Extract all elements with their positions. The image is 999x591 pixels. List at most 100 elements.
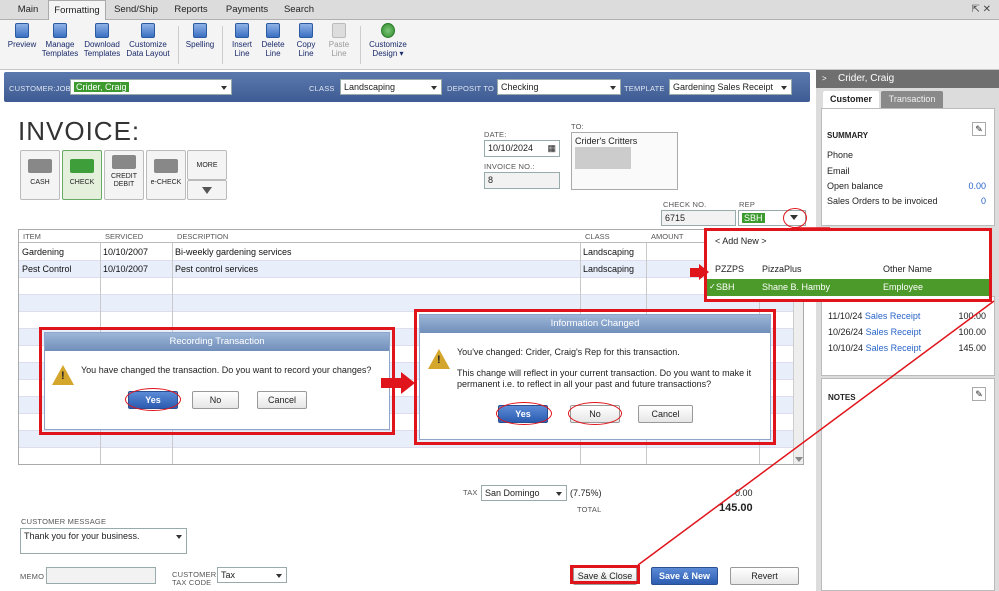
recent-transactions-box: 11/10/24 Sales Receipt 100.00 10/26/24 S… [821, 296, 995, 376]
deposit-to-label: DEPOSIT TO [447, 84, 495, 93]
edit-pencil-icon[interactable]: ✎ [972, 122, 986, 136]
credit-debit-button[interactable]: CREDIT DEBIT [104, 150, 144, 200]
dialog-title: Information Changed [420, 315, 770, 333]
check-no-label: CHECK NO. [663, 200, 707, 209]
customer-tax-code-label: CUSTOMER TAX CODE [172, 570, 217, 587]
class-select[interactable]: Landscaping [340, 79, 442, 95]
download-templates-button[interactable]: Download Templates [82, 23, 122, 58]
memo-field[interactable] [46, 567, 156, 584]
dialog-message-line2: This change will reflect in your current… [457, 368, 752, 389]
spelling-button[interactable]: Spelling [183, 23, 217, 49]
table-row[interactable]: Gardening 10/10/2007 Bi-weekly gardening… [19, 244, 803, 261]
tab-main[interactable]: Main [8, 0, 48, 20]
template-select[interactable]: Gardening Sales Receipt [669, 79, 792, 95]
check-icon [70, 159, 94, 173]
preview-button[interactable]: Preview [6, 23, 38, 49]
delete-line-button[interactable]: Delete Line [258, 23, 288, 58]
save-new-button[interactable]: Save & New [651, 567, 718, 585]
e-check-button[interactable]: e-CHECK [146, 150, 186, 200]
tax-rate: (7.75%) [570, 488, 602, 498]
tab-send-ship[interactable]: Send/Ship [108, 0, 164, 20]
to-address-field[interactable]: Crider's Critters [571, 132, 678, 190]
customize-design-button[interactable]: Customize Design ▾ [366, 23, 410, 58]
ribbon-divider [178, 26, 179, 64]
cash-icon [28, 159, 52, 173]
cancel-button[interactable]: Cancel [638, 405, 693, 423]
more-dropdown-button[interactable] [187, 180, 227, 200]
address-redacted [575, 147, 631, 169]
column-serviced: SERVICED [105, 232, 144, 241]
list-item[interactable]: 10/26/24 Sales Receipt [828, 327, 921, 337]
warning-icon: ! [52, 365, 74, 385]
tab-transaction[interactable]: Transaction [881, 91, 943, 108]
menu-bar: Main Formatting Send/Ship Reports Paymen… [0, 0, 999, 20]
list-item-selected[interactable]: ✓ SBH Shane B. Hamby Employee [707, 279, 989, 296]
no-highlight [568, 402, 622, 425]
calendar-icon[interactable]: ▦ [547, 141, 556, 156]
paste-line-button: Paste Line [324, 23, 354, 58]
customer-job-select[interactable]: Crider, Craig [70, 79, 232, 95]
paste-line-icon [332, 23, 346, 38]
edit-pencil-icon[interactable]: ✎ [972, 387, 986, 401]
tab-search[interactable]: Search [278, 0, 320, 20]
recording-transaction-dialog: Recording Transaction ! You have changed… [44, 332, 390, 430]
warning-icon: ! [428, 349, 450, 369]
templates-icon [53, 23, 67, 38]
invoice-title: INVOICE: [18, 116, 141, 146]
class-label: CLASS [309, 84, 335, 93]
preview-icon [15, 23, 29, 38]
arrow-head [699, 264, 709, 280]
checkmark-icon: ✓ [709, 282, 716, 291]
dialog-title: Recording Transaction [45, 333, 389, 351]
list-item[interactable]: PZZPS PizzaPlus Other Name [707, 261, 989, 277]
tax-select[interactable]: San Domingo [481, 485, 567, 501]
column-amount: AMOUNT [651, 232, 684, 241]
customer-tax-code-select[interactable]: Tax [217, 567, 287, 583]
tab-formatting[interactable]: Formatting [48, 0, 106, 20]
e-check-icon [154, 159, 178, 173]
revert-button[interactable]: Revert [730, 567, 799, 585]
customer-message-select[interactable]: Thank you for your business. [20, 528, 187, 554]
insert-line-button[interactable]: Insert Line [227, 23, 257, 58]
invoice-no-field[interactable]: 8 [484, 172, 560, 189]
yes-highlight [125, 388, 181, 411]
list-item[interactable]: 11/10/24 Sales Receipt [828, 311, 920, 321]
download-icon [95, 23, 109, 38]
notes-label: NOTES [828, 393, 856, 402]
tab-payments[interactable]: Payments [218, 0, 276, 20]
chevron-down-icon[interactable] [790, 215, 798, 220]
ribbon-divider [360, 26, 361, 64]
customer-message-label: CUSTOMER MESSAGE [21, 517, 107, 526]
tab-customer[interactable]: Customer [823, 91, 879, 108]
date-field[interactable]: 10/10/2024 ▦ [484, 140, 560, 157]
insert-line-icon [235, 23, 249, 38]
dialog-message-line1: You've changed: Crider, Craig's Rep for … [457, 347, 680, 357]
table-row[interactable] [19, 278, 803, 295]
table-row[interactable]: Pest Control 10/10/2007 Pest control ser… [19, 261, 803, 278]
deposit-to-select[interactable]: Checking [497, 79, 621, 95]
table-row[interactable] [19, 448, 803, 464]
check-button[interactable]: CHECK [62, 150, 102, 200]
check-no-field[interactable]: 6715 [661, 210, 736, 226]
customize-data-layout-button[interactable]: Customize Data Layout [124, 23, 172, 58]
layout-icon [141, 23, 155, 38]
chevron-right-icon[interactable]: > [822, 70, 827, 88]
more-button[interactable]: MORE [187, 150, 227, 180]
window-controls[interactable]: ⇱ ✕ [971, 4, 991, 15]
copy-line-button[interactable]: Copy Line [291, 23, 321, 58]
tax-amount: 0.00 [735, 488, 753, 498]
cancel-button[interactable]: Cancel [257, 391, 307, 409]
column-description: DESCRIPTION [177, 232, 229, 241]
cash-button[interactable]: CASH [20, 150, 60, 200]
no-button[interactable]: No [192, 391, 239, 409]
credit-card-icon [112, 155, 136, 169]
ribbon-toolbar: Preview Manage Templates Download Templa… [0, 20, 999, 70]
yes-highlight [496, 402, 552, 425]
column-item: ITEM [23, 232, 41, 241]
manage-templates-button[interactable]: Manage Templates [40, 23, 80, 58]
scroll-down-icon[interactable] [795, 457, 803, 462]
tab-reports[interactable]: Reports [166, 0, 216, 20]
list-item[interactable]: 10/10/24 Sales Receipt [828, 343, 921, 353]
customer-bar: CUSTOMER:JOB Crider, Craig CLASS Landsca… [4, 72, 810, 102]
add-new-option[interactable]: < Add New > [715, 236, 767, 246]
